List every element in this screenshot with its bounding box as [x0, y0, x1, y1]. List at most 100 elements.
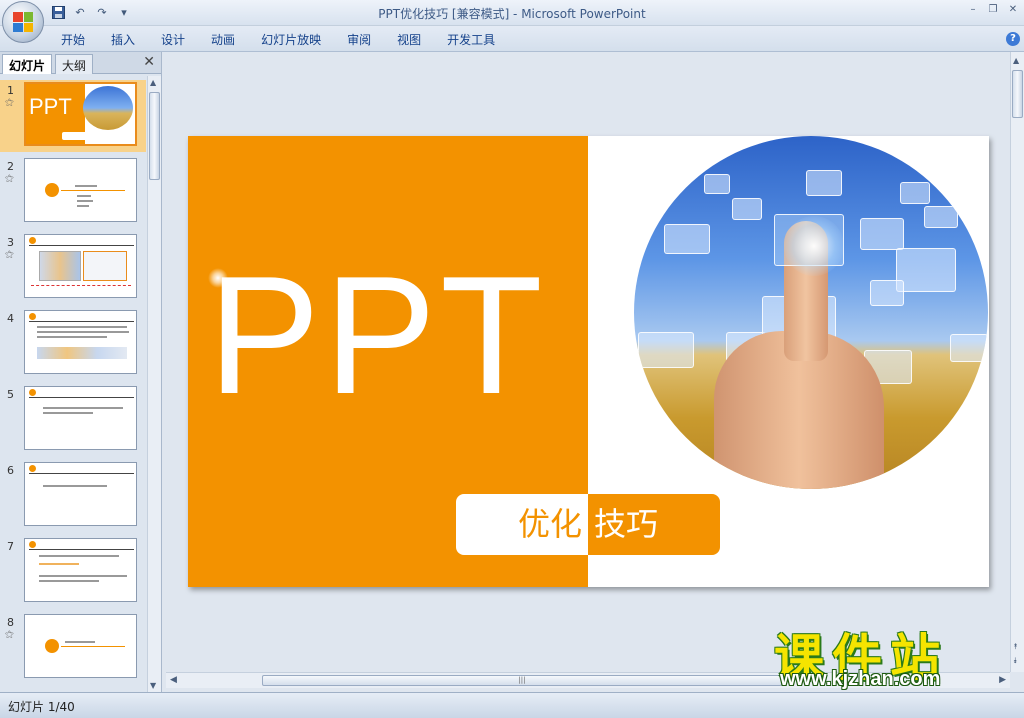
scrollbar-thumb[interactable] — [149, 92, 160, 180]
glass-pane — [870, 280, 904, 306]
slide-thumbnail-2[interactable]: 2 ⚝ — [0, 156, 146, 228]
sparkle-icon — [208, 268, 228, 288]
scroll-up-icon[interactable]: ▲ — [1013, 56, 1019, 65]
thumbnail-preview: PPT — [24, 82, 137, 146]
thumb-image — [39, 251, 81, 281]
glass-pane — [806, 170, 842, 196]
glass-pane — [664, 224, 710, 254]
slide-title: PPT — [208, 241, 547, 429]
caption-left: 优化 — [456, 494, 588, 555]
title-bar: ↶ ↷ ▾ PPT优化技巧 [兼容模式] - Microsoft PowerPo… — [0, 0, 1024, 43]
thumb-text — [39, 575, 127, 577]
thumb-line — [29, 473, 134, 474]
watermark: 课件站 www.kjzhan.com — [774, 618, 1006, 698]
restore-icon[interactable]: ❐ — [986, 3, 1000, 17]
glass-pane — [704, 174, 730, 194]
glass-pane — [896, 248, 956, 292]
thumbnail-list: 1 ⚝ PPT 2 ⚝ 3 ⚝ 4 5 6 7 8 ⚝ — [0, 76, 146, 692]
thumb-icon — [29, 541, 36, 548]
thumb-text — [37, 331, 129, 333]
thumb-line — [29, 397, 134, 398]
thumbnail-preview — [24, 234, 137, 298]
scroll-left-icon[interactable]: ◀ — [170, 675, 177, 685]
window-title: PPT优化技巧 [兼容模式] - Microsoft PowerPoint — [378, 7, 646, 21]
tab-design[interactable]: 设计 — [148, 31, 198, 48]
glass-pane — [638, 332, 694, 368]
slide-thumbnail-4[interactable]: 4 — [0, 308, 146, 380]
thumbnail-preview — [24, 538, 137, 602]
tab-slides[interactable]: 幻灯片 — [2, 54, 53, 74]
tab-home[interactable]: 开始 — [48, 31, 98, 48]
caption-right: 技巧 — [588, 494, 720, 555]
tab-outline[interactable]: 大纲 — [55, 54, 94, 74]
office-button[interactable] — [2, 1, 44, 43]
animation-star-icon: ⚝ — [5, 174, 14, 184]
tab-slideshow[interactable]: 幻灯片放映 — [248, 31, 334, 48]
thumb-circle — [45, 639, 59, 653]
thumb-icon — [29, 313, 36, 320]
help-icon[interactable]: ? — [1006, 32, 1020, 46]
glass-pane — [950, 334, 988, 362]
office-logo-icon — [13, 12, 33, 32]
thumb-caption — [62, 132, 100, 140]
next-slide-icon[interactable]: ⯯ — [1013, 656, 1018, 666]
tab-developer[interactable]: 开发工具 — [434, 31, 508, 48]
scroll-up-icon[interactable]: ▲ — [150, 78, 156, 87]
animation-star-icon: ⚝ — [5, 630, 14, 640]
thumb-text — [43, 485, 107, 487]
tab-insert[interactable]: 插入 — [98, 31, 148, 48]
glass-pane — [732, 198, 762, 220]
scroll-down-icon[interactable]: ▼ — [150, 681, 156, 690]
slide-thumbnail-6[interactable]: 6 — [0, 460, 146, 532]
thumb-text — [39, 563, 79, 565]
slide-thumbnail-7[interactable]: 7 — [0, 536, 146, 608]
minimize-icon[interactable]: – — [966, 3, 980, 17]
glass-pane — [900, 182, 930, 204]
glass-pane — [860, 218, 904, 250]
thumbnail-scrollbar[interactable]: ▲ ▼ — [147, 76, 161, 692]
glass-pane — [924, 206, 958, 228]
touch-glow — [784, 216, 844, 276]
thumbnail-preview — [24, 158, 137, 222]
thumb-line — [29, 321, 134, 322]
thumb-image — [37, 347, 127, 359]
slide-number: 4 — [7, 312, 14, 325]
close-panel-icon[interactable]: ✕ — [143, 54, 155, 70]
tab-animations[interactable]: 动画 — [198, 31, 248, 48]
slide-thumbnail-8[interactable]: 8 ⚝ — [0, 612, 146, 684]
thumb-divider — [31, 285, 131, 286]
slide-number: 6 — [7, 464, 14, 477]
editor-vertical-scrollbar[interactable]: ▲ ⯭ ⯯ — [1010, 52, 1024, 672]
panel-tabs: 幻灯片 大纲 ✕ — [0, 52, 161, 74]
thumb-text — [77, 195, 91, 197]
caption-box: 优化 技巧 — [456, 494, 720, 555]
slide-number: 2 — [7, 160, 14, 173]
watermark-url: www.kjzhan.com — [780, 668, 941, 690]
thumb-text — [77, 200, 93, 202]
slide-counter: 幻灯片 1/40 — [8, 700, 75, 714]
slide-thumbnail-1[interactable]: 1 ⚝ PPT — [0, 80, 146, 152]
thumb-line — [61, 190, 125, 191]
thumb-text — [37, 326, 127, 328]
slide-thumbnail-3[interactable]: 3 ⚝ — [0, 232, 146, 304]
close-icon[interactable]: ✕ — [1006, 3, 1020, 17]
thumbnail-preview — [24, 462, 137, 526]
thumb-line — [61, 646, 125, 647]
tab-view[interactable]: 视图 — [384, 31, 434, 48]
slide-number: 5 — [7, 388, 14, 401]
slide-editor: PPT 优化 技巧 — [166, 52, 1010, 672]
thumb-icon — [29, 389, 36, 396]
previous-slide-icon[interactable]: ⯭ — [1013, 642, 1018, 652]
slide-number: 3 — [7, 236, 14, 249]
slide-number: 7 — [7, 540, 14, 553]
slide-number: 8 — [7, 616, 14, 629]
thumb-text — [43, 412, 93, 414]
scrollbar-thumb[interactable] — [1012, 70, 1023, 118]
tab-review[interactable]: 审阅 — [334, 31, 384, 48]
thumb-text — [43, 407, 123, 409]
current-slide[interactable]: PPT 优化 技巧 — [188, 136, 989, 587]
slide-thumbnail-5[interactable]: 5 — [0, 384, 146, 456]
thumb-text — [37, 336, 107, 338]
ribbon-tabs: 开始 插入 设计 动画 幻灯片放映 审阅 视图 开发工具 ? — [0, 26, 1024, 52]
scrollbar-thumb[interactable]: ||| — [262, 675, 782, 686]
